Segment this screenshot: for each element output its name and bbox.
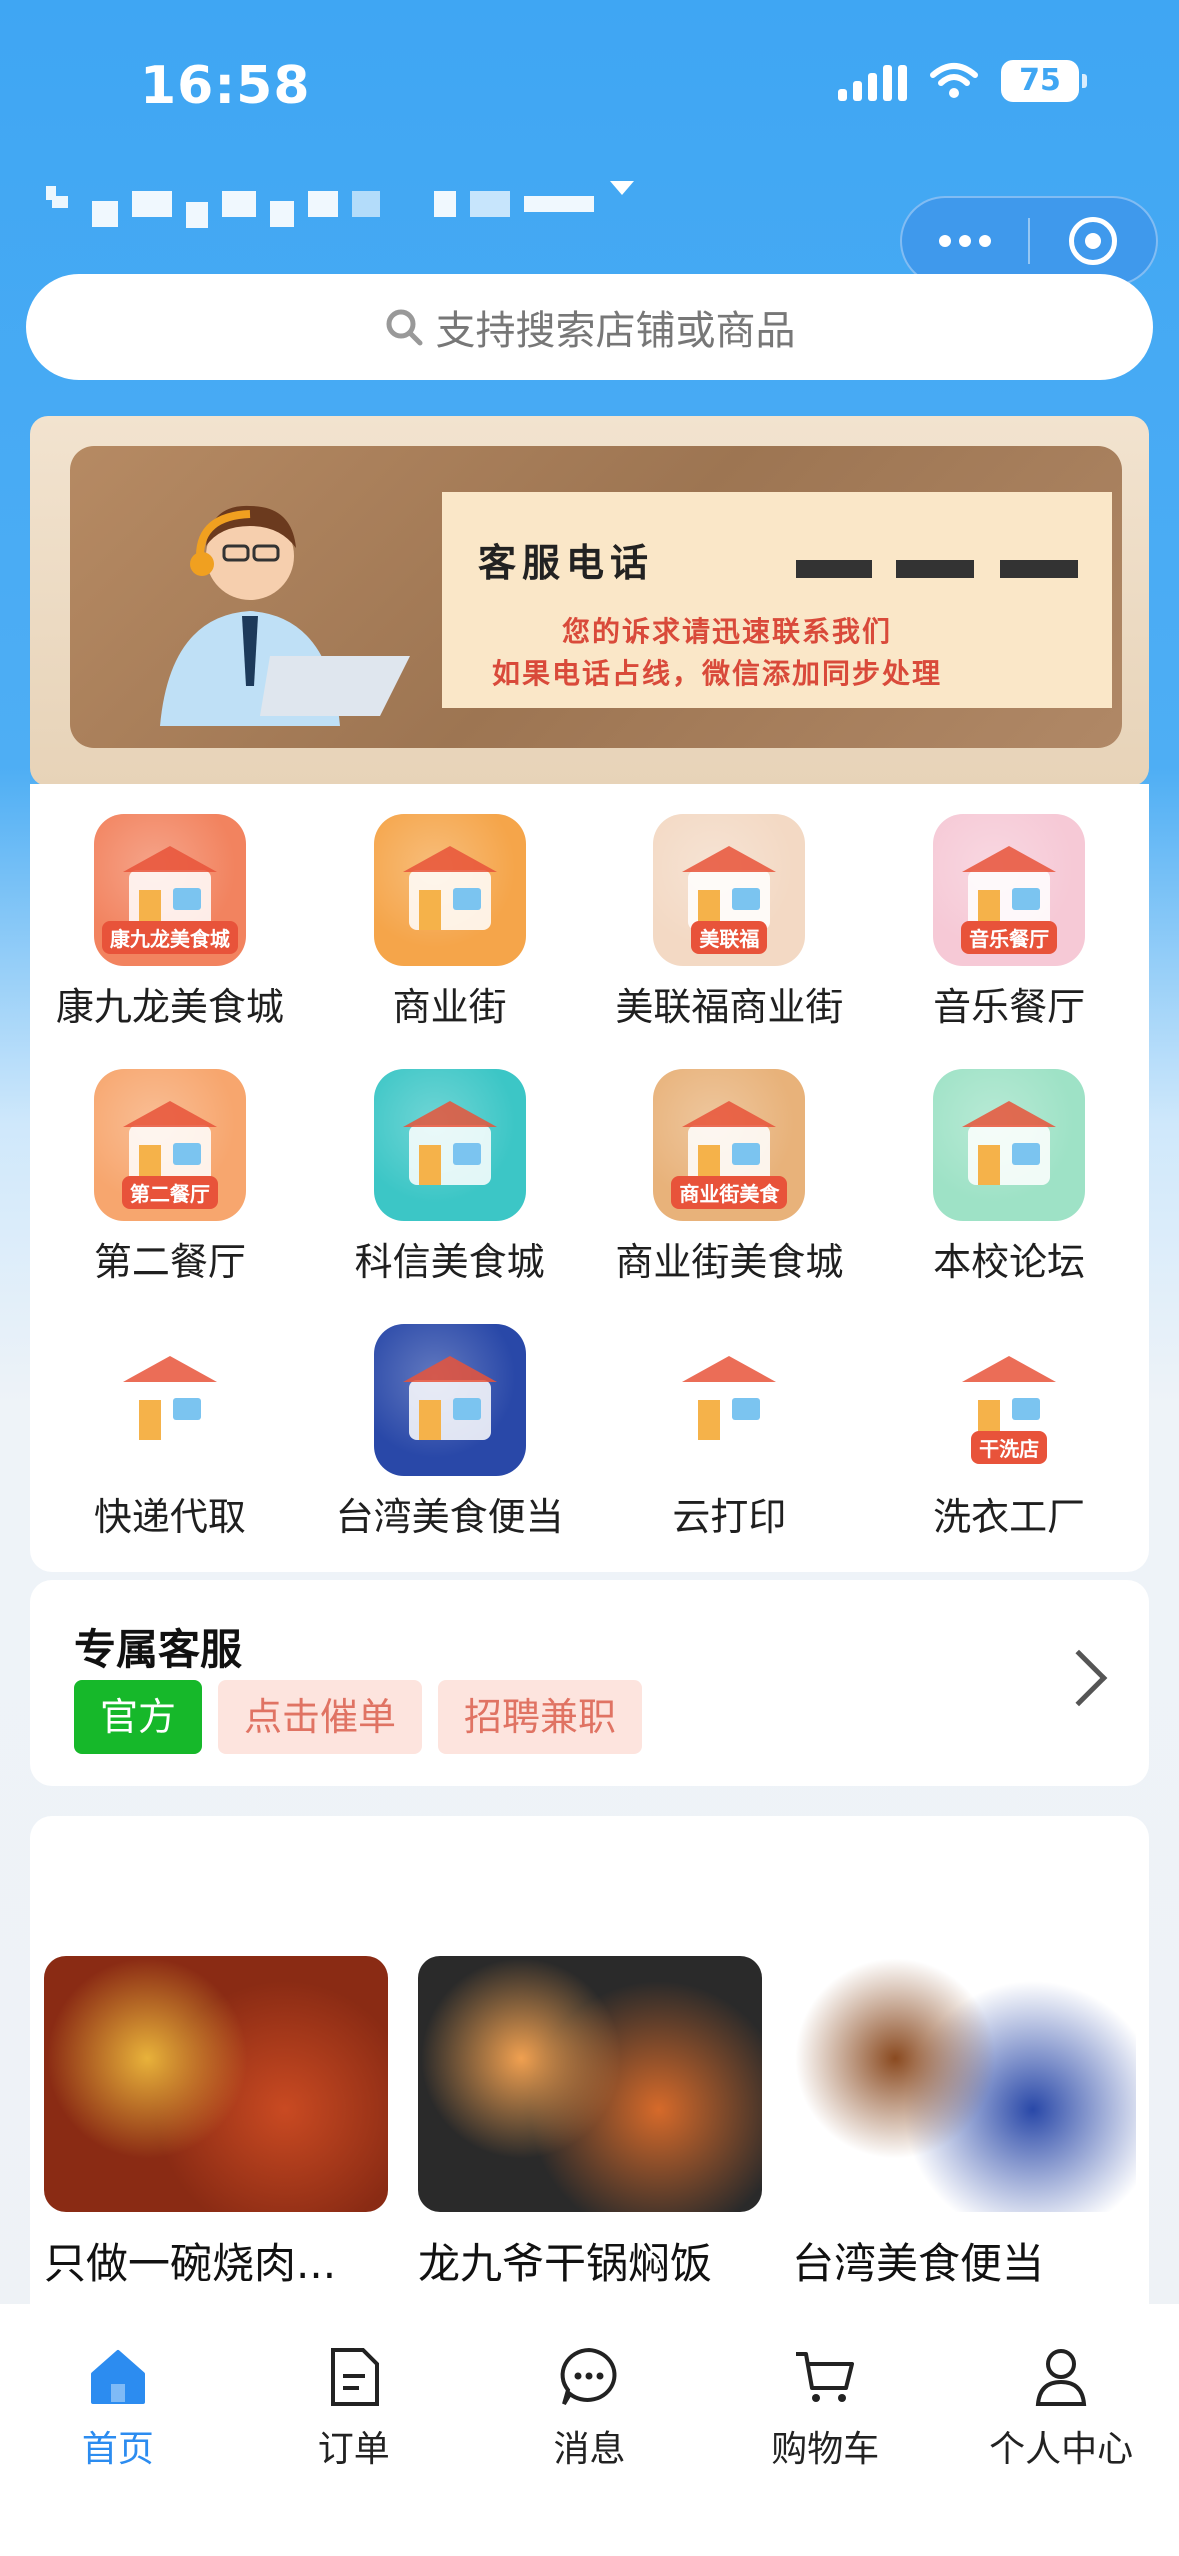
tab-home[interactable]: 首页 [0,2344,236,2556]
battery-icon: 75 [1001,60,1087,102]
signal-icon [838,61,907,101]
category-label: 康九龙美食城 [55,985,284,1029]
category-item[interactable]: 云打印 [590,1324,870,1541]
tile-badge: 商业街美食 [671,1176,788,1209]
tab-label: 购物车 [771,2429,880,2470]
food-item[interactable]: 龙九爷干锅焖饭 [418,1956,762,2291]
tab-label: 订单 [317,2429,390,2470]
banner-card: 客服电话 您的诉求请迅速联系我们 如果电话占线，微信添加同步处理 [442,492,1112,708]
category-item[interactable]: 第二餐厅 第二餐厅 [30,1069,310,1286]
noodle-bowl-icon: 商业街美食 [653,1069,806,1221]
banner-line-2: 如果电话占线，微信添加同步处理 [492,657,943,690]
location-selector[interactable] [38,180,636,228]
more-icon[interactable] [902,235,1028,247]
tile-badge: 音乐餐厅 [961,921,1058,954]
category-label: 快递代取 [93,1495,246,1539]
food-image [792,1956,1136,2212]
cloud-print-icon [653,1324,806,1476]
banner-line-1: 您的诉求请迅速联系我们 [562,615,893,648]
tab-label: 首页 [81,2429,154,2470]
tab-profile[interactable]: 个人中心 [943,2344,1179,2556]
category-item[interactable]: 科信美食城 [310,1069,590,1286]
category-item[interactable]: 康九龙美食城 康九龙美食城 [30,814,310,1031]
featured-food-card: 只做一碗烧肉... 龙九爷干锅焖饭 台湾美食便当 [30,1816,1149,2356]
laundry-icon: 干洗店 [933,1324,1086,1476]
close-app-icon[interactable] [1030,217,1156,265]
search-bar[interactable]: 支持搜索店铺或商品 [26,274,1153,380]
tag-urge-order[interactable]: 点击催单 [218,1680,423,1754]
shop-street-icon [373,814,526,966]
bento-poster-icon [373,1324,526,1476]
search-icon [386,309,422,346]
category-label: 音乐餐厅 [933,985,1086,1029]
category-label: 商业街美食城 [615,1240,844,1284]
category-item[interactable]: 快递代取 [30,1324,310,1541]
category-label: 洗衣工厂 [933,1495,1086,1539]
music-restaurant-icon: 音乐餐厅 [933,814,1086,966]
tab-label: 个人中心 [989,2429,1134,2470]
category-item[interactable]: 干洗店 洗衣工厂 [869,1324,1149,1541]
category-grid-card: 康九龙美食城 康九龙美食城 商业街 美联福 美联福商业街 音乐餐厅 音乐餐厅 第二餐厅… [30,784,1149,1572]
agent-illustration-icon [160,505,410,726]
wifi-icon [930,63,978,98]
chevron-down-icon [610,181,634,195]
search-placeholder: 支持搜索店铺或商品 [435,308,796,354]
category-item[interactable]: 商业街美食商业街美食城 [590,1069,870,1286]
second-restaurant-icon: 第二餐厅 [93,1069,246,1221]
tile-badge: 康九龙美食城 [101,921,238,954]
tab-cart[interactable]: 购物车 [707,2344,943,2556]
category-grid: 康九龙美食城 康九龙美食城 商业街 美联福 美联福商业街 音乐餐厅 音乐餐厅 第二餐厅… [30,814,1149,1541]
exclusive-service-card[interactable]: 专属客服 官方 点击催单 招聘兼职 [30,1580,1149,1786]
category-item[interactable]: 音乐餐厅 音乐餐厅 [869,814,1149,1031]
tab-order[interactable]: 订单 [236,2344,472,2556]
status-icons: 75 [838,60,1087,102]
package-icon [93,1324,246,1476]
category-item[interactable]: 商业街 [310,814,590,1031]
food-name: 龙九爷干锅焖饭 [418,2239,713,2288]
location-icon [46,186,68,208]
tile-badge: 美联福 [691,921,768,954]
food-image [418,1956,762,2212]
customer-service-banner[interactable]: 客服电话 您的诉求请迅速联系我们 如果电话占线，微信添加同步处理 [30,416,1149,786]
tab-message[interactable]: 消息 [472,2344,708,2556]
building-icon [373,1069,526,1221]
category-label: 第二餐厅 [93,1240,246,1284]
category-label: 商业街 [392,985,507,1029]
order-icon [321,2344,387,2410]
category-label: 美联福商业街 [615,985,844,1029]
bottom-tab-bar: 首页 订单 消息 购物车 个人中心 [0,2304,1179,2556]
message-icon [556,2344,622,2410]
category-item[interactable]: 本校论坛 [869,1069,1149,1286]
school-board-icon [933,1069,1086,1221]
tile-badge: 干洗店 [971,1431,1048,1464]
food-court-icon: 康九龙美食城 [93,814,246,966]
category-item[interactable]: 台湾美食便当 [310,1324,590,1541]
food-name: 只做一碗烧肉... [44,2239,337,2288]
category-item[interactable]: 美联福 美联福商业街 [590,814,870,1031]
food-name: 台湾美食便当 [792,2239,1045,2288]
tag-part-time-jobs[interactable]: 招聘兼职 [438,1680,643,1754]
service-title: 专属客服 [74,1625,243,1674]
cart-icon [792,2344,858,2410]
category-label: 台湾美食便当 [335,1495,564,1539]
category-label: 本校论坛 [933,1240,1086,1284]
status-time: 16:58 [140,56,311,116]
tag-official[interactable]: 官方 [74,1680,203,1754]
mini-program-capsule [900,196,1158,286]
store-icon: 美联福 [653,814,806,966]
food-image [44,1956,388,2212]
home-icon [85,2344,151,2410]
category-label: 科信美食城 [354,1240,545,1284]
banner-title: 客服电话 [478,541,655,585]
food-item[interactable]: 台湾美食便当 [792,1956,1136,2291]
profile-icon [1028,2344,1094,2410]
food-item[interactable]: 只做一碗烧肉... [44,1956,388,2291]
tile-badge: 第二餐厅 [121,1176,218,1209]
category-label: 云打印 [672,1495,787,1539]
chevron-right-icon[interactable] [1050,1649,1108,1707]
tab-label: 消息 [553,2429,626,2470]
